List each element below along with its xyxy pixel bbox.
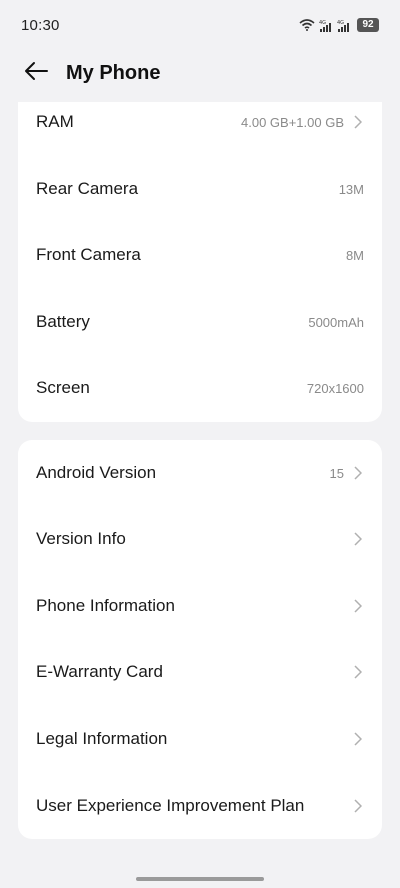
row-label: Version Info <box>36 529 126 548</box>
row-value: 8M <box>345 247 364 263</box>
spec-row-front-camera: Front Camera 8M <box>18 222 382 288</box>
menu-item-legal-information[interactable]: Legal Information <box>18 706 382 772</box>
spec-row-battery: Battery 5000mAh <box>18 289 382 355</box>
status-bar: 10:30 4G 4G 92 <box>0 0 400 50</box>
home-indicator[interactable] <box>136 877 264 881</box>
row-value: 5000mAh <box>308 314 364 330</box>
row-label: Front Camera <box>36 245 141 264</box>
row-value: 4.00 GB+1.00 GB <box>241 114 344 130</box>
chevron-right-icon <box>354 665 364 679</box>
wifi-icon <box>299 19 315 31</box>
row-label: User Experience Improvement Plan <box>36 796 305 815</box>
row-label: Rear Camera <box>36 179 139 198</box>
menu-item-phone-information[interactable]: Phone Information <box>18 573 382 639</box>
chevron-right-icon <box>354 799 364 813</box>
chevron-right-icon <box>354 599 364 613</box>
battery-indicator: 92 <box>357 18 379 32</box>
page-title: My Phone <box>66 61 161 84</box>
menu-item-e-warranty-card[interactable]: E-Warranty Card <box>18 639 382 705</box>
status-time: 10:30 <box>21 16 60 34</box>
spec-row-ram[interactable]: RAM 4.00 GB+1.00 GB <box>18 89 382 155</box>
row-label: Battery <box>36 312 90 331</box>
row-label: RAM <box>36 112 74 131</box>
row-label: Legal Information <box>36 729 168 748</box>
signal-icon-sim1: 4G <box>319 19 333 32</box>
row-label: Android Version <box>36 463 157 482</box>
row-value: 720x1600 <box>306 380 364 396</box>
specs-card: RAM 4.00 GB+1.00 GB Rear Camera 13M Fron… <box>18 102 382 422</box>
row-value: 15 <box>329 465 344 481</box>
row-label: Screen <box>36 378 90 397</box>
signal-icon-sim2: 4G <box>337 19 351 32</box>
status-icons: 4G 4G 92 <box>299 18 379 32</box>
row-label: E-Warranty Card <box>36 662 163 681</box>
menu-item-version-info[interactable]: Version Info <box>18 506 382 572</box>
chevron-right-icon <box>354 466 364 480</box>
network-label-2: 4G <box>337 20 344 26</box>
menu-item-user-experience-improvement-plan[interactable]: User Experience Improvement Plan <box>18 773 382 839</box>
spec-row-rear-camera: Rear Camera 13M <box>18 156 382 222</box>
row-value: 13M <box>338 181 364 197</box>
network-label-1: 4G <box>319 20 326 26</box>
menu-card: Android Version 15 Version Info Phone In… <box>18 440 382 839</box>
chevron-right-icon <box>354 532 364 546</box>
back-button[interactable] <box>22 59 50 87</box>
spec-row-screen: Screen 720x1600 <box>18 355 382 421</box>
menu-item-android-version[interactable]: Android Version 15 <box>18 440 382 506</box>
chevron-right-icon <box>354 115 364 129</box>
chevron-right-icon <box>354 732 364 746</box>
back-arrow-icon <box>23 61 49 86</box>
row-label: Phone Information <box>36 596 175 615</box>
